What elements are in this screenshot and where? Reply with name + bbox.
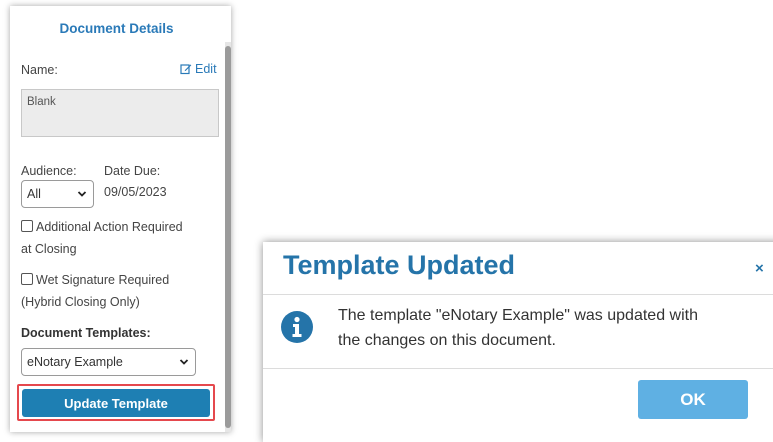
date-due-value: 09/05/2023 [104, 185, 167, 199]
dialog-message-line1: The template "eNotary Example" was updat… [338, 307, 698, 324]
audience-select[interactable]: All [21, 180, 94, 208]
date-due-label: Date Due: [104, 164, 161, 178]
template-updated-dialog: Template Updated × The template "eNotary… [263, 242, 773, 442]
dialog-divider-bottom [263, 368, 773, 369]
wet-signature-checkbox[interactable] [21, 273, 33, 285]
additional-action-label-line2: at Closing [21, 242, 77, 256]
additional-action-checkbox[interactable] [21, 220, 33, 232]
dialog-message-line2: the changes on this document. [338, 332, 556, 349]
wet-signature-label-line2: (Hybrid Closing Only) [21, 295, 140, 309]
dialog-message: The template "eNotary Example" was updat… [338, 303, 773, 353]
name-field[interactable]: Blank [21, 89, 219, 137]
chevron-down-icon [77, 191, 87, 197]
document-template-select[interactable]: eNotary Example [21, 348, 196, 376]
wet-signature-label-line1: Wet Signature Required [36, 273, 170, 287]
close-icon[interactable]: × [755, 260, 764, 277]
info-icon [281, 311, 313, 343]
panel-title: Document Details [59, 21, 174, 36]
edit-icon [180, 64, 192, 75]
dialog-title: Template Updated [283, 250, 516, 280]
audience-value: All [27, 187, 41, 201]
chevron-down-icon [179, 359, 189, 365]
ok-button[interactable]: OK [638, 380, 748, 419]
edit-label: Edit [195, 62, 217, 76]
additional-action-label-line1: Additional Action Required [36, 220, 183, 234]
document-templates-label: Document Templates: [21, 326, 151, 340]
update-template-button[interactable]: Update Template [22, 389, 210, 417]
document-details-panel: Document Details Name: Edit Blank Audien… [10, 6, 231, 432]
dialog-divider-top [263, 294, 773, 295]
scrollbar-thumb[interactable] [225, 46, 231, 428]
document-template-value: eNotary Example [27, 355, 123, 369]
audience-label: Audience: [21, 164, 77, 178]
additional-action-checkbox-row[interactable]: Additional Action Required at Closing [21, 216, 183, 260]
wet-signature-checkbox-row[interactable]: Wet Signature Required (Hybrid Closing O… [21, 269, 169, 313]
name-label: Name: [21, 63, 58, 77]
name-value: Blank [27, 96, 56, 108]
edit-link[interactable]: Edit [180, 62, 217, 76]
